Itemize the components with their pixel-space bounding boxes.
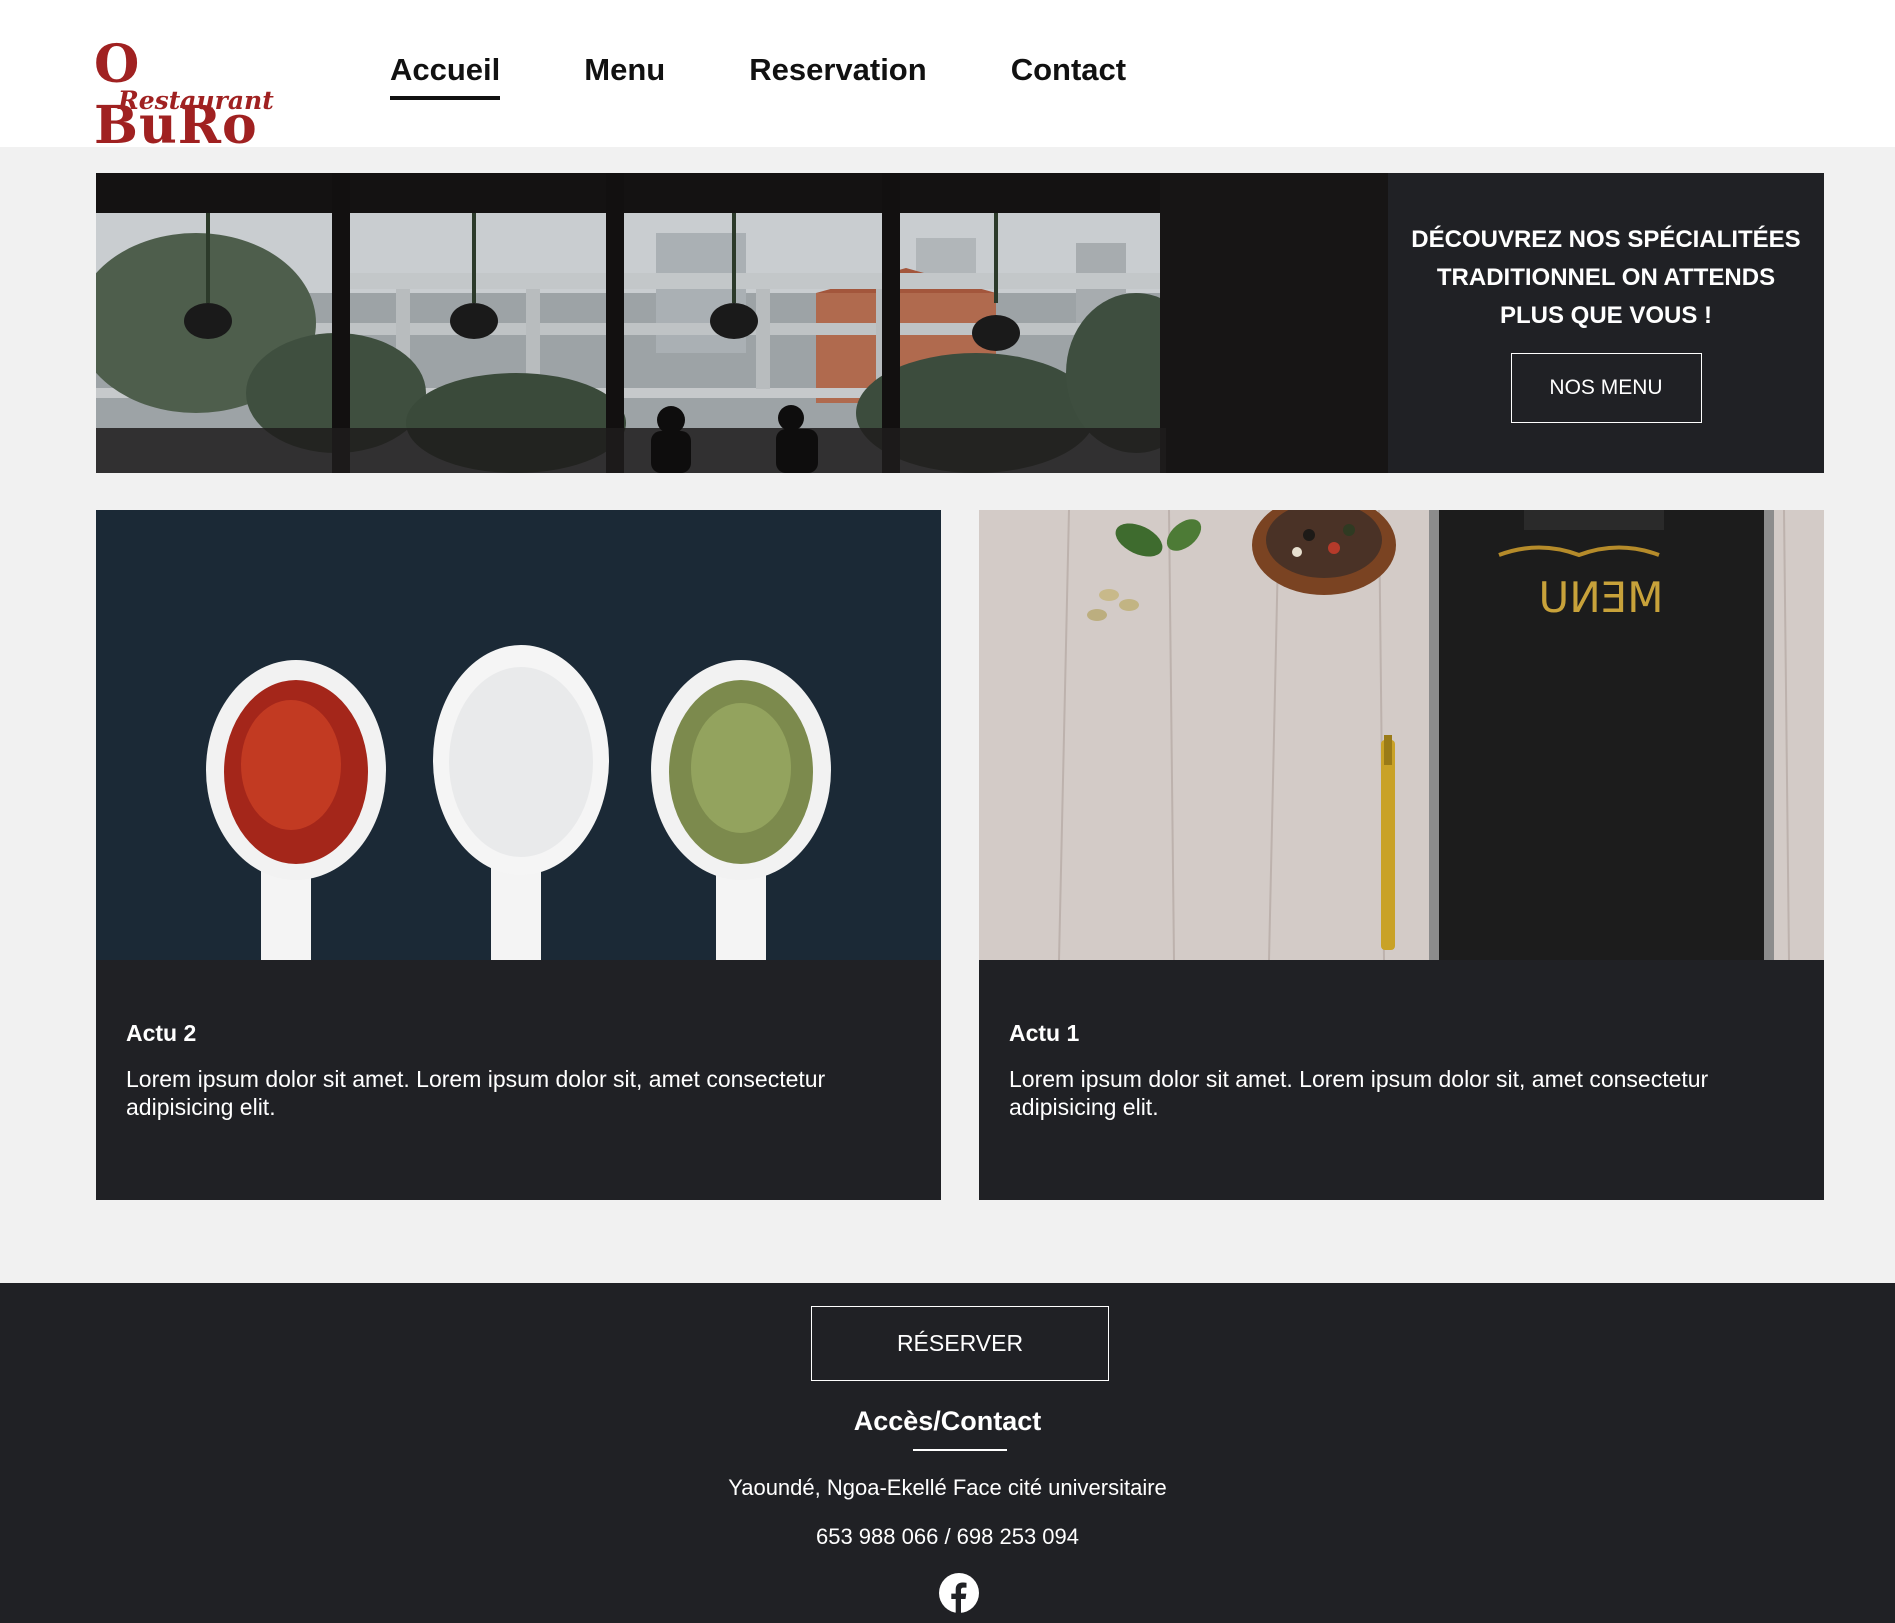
site-footer: RÉSERVER Accès/Contact Yaoundé, Ngoa-Eke… bbox=[0, 1283, 1895, 1623]
footer-title: Accès/Contact bbox=[853, 1406, 1042, 1436]
logo-subtitle: Restaurant bbox=[118, 86, 274, 115]
reserve-button[interactable]: RÉSERVER bbox=[811, 1306, 1109, 1381]
hero-banner: DÉCOUVREZ NOS SPÉCIALITÉES TRADITIONNEL … bbox=[96, 173, 1824, 473]
hero-cta-panel: DÉCOUVREZ NOS SPÉCIALITÉES TRADITIONNEL … bbox=[1388, 173, 1824, 473]
news-card-actu-2[interactable]: Actu 2 Lorem ipsum dolor sit amet. Lorem… bbox=[96, 510, 941, 1200]
main-nav: Accueil Menu Reservation Contact bbox=[390, 52, 1210, 100]
card-body: Actu 2 Lorem ipsum dolor sit amet. Lorem… bbox=[126, 1020, 916, 1121]
footer-divider bbox=[913, 1449, 1007, 1451]
nav-item-accueil[interactable]: Accueil bbox=[390, 52, 501, 100]
card-title: Actu 2 bbox=[126, 1020, 197, 1046]
footer-address: Yaoundé, Ngoa-Ekellé Face cité universit… bbox=[728, 1475, 1167, 1500]
nav-item-contact[interactable]: Contact bbox=[1011, 52, 1126, 96]
spices-spoons-image bbox=[96, 510, 941, 960]
footer-phone: 653 988 066 / 698 253 094 bbox=[815, 1524, 1080, 1549]
card-body: Actu 1 Lorem ipsum dolor sit amet. Lorem… bbox=[1009, 1020, 1799, 1121]
hero-headline: DÉCOUVREZ NOS SPÉCIALITÉES TRADITIONNEL … bbox=[1411, 226, 1801, 329]
svg-text:MENU: MENU bbox=[1539, 573, 1664, 622]
card-title: Actu 1 bbox=[1009, 1020, 1080, 1046]
facebook-icon[interactable] bbox=[939, 1573, 979, 1613]
nav-item-menu[interactable]: Menu bbox=[584, 52, 665, 96]
news-card-actu-1[interactable]: MENU Actu 1 Lorem ipsum dolor sit amet. … bbox=[979, 510, 1824, 1200]
card-text: Lorem ipsum dolor sit amet. Lorem ipsum … bbox=[1009, 1066, 1709, 1120]
hero-restaurant-image bbox=[96, 173, 1388, 473]
nos-menu-button[interactable]: NOS MENU bbox=[1510, 353, 1702, 423]
nav-item-reservation[interactable]: Reservation bbox=[749, 52, 926, 96]
restaurant-logo[interactable]: O BuRo Restaurant bbox=[94, 34, 290, 156]
menu-board-image: MENU bbox=[979, 510, 1824, 960]
site-header: O BuRo Restaurant Accueil Menu Reservati… bbox=[0, 0, 1895, 156]
card-text: Lorem ipsum dolor sit amet. Lorem ipsum … bbox=[126, 1066, 826, 1120]
